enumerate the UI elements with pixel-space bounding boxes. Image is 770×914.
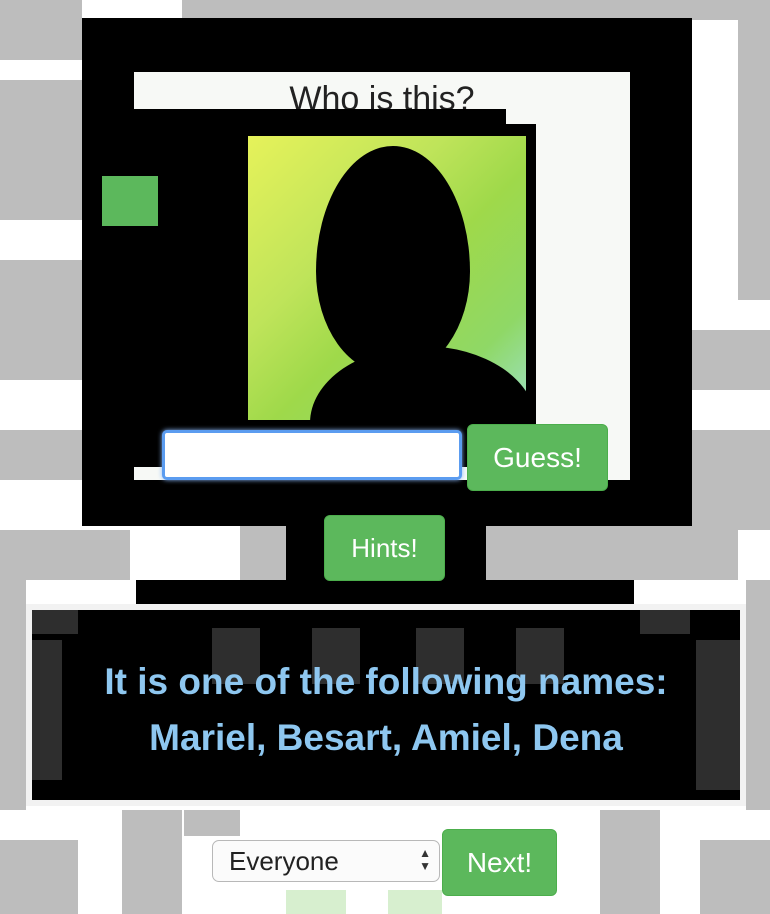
group-select[interactable]: Everyone ▲ ▼ xyxy=(212,840,440,882)
hint-banner: It is one of the following names: Mariel… xyxy=(26,604,746,806)
hint-banner-inner: It is one of the following names: Mariel… xyxy=(32,610,740,800)
guess-input[interactable] xyxy=(162,430,462,480)
silhouette-head xyxy=(316,146,470,374)
person-photo xyxy=(236,124,536,456)
hint-line-intro: It is one of the following names: xyxy=(104,661,668,702)
hint-line-names: Mariel, Besart, Amiel, Dena xyxy=(149,717,623,758)
group-select-value: Everyone xyxy=(229,846,339,876)
photo-background xyxy=(248,136,536,456)
updown-arrows-icon: ▲ ▼ xyxy=(419,846,431,873)
hint-text: It is one of the following names: Mariel… xyxy=(32,654,740,766)
guess-button[interactable]: Guess! xyxy=(467,424,608,491)
next-button[interactable]: Next! xyxy=(442,829,557,896)
photo-backdrop-accent xyxy=(102,176,158,226)
hints-button[interactable]: Hints! xyxy=(324,515,445,581)
